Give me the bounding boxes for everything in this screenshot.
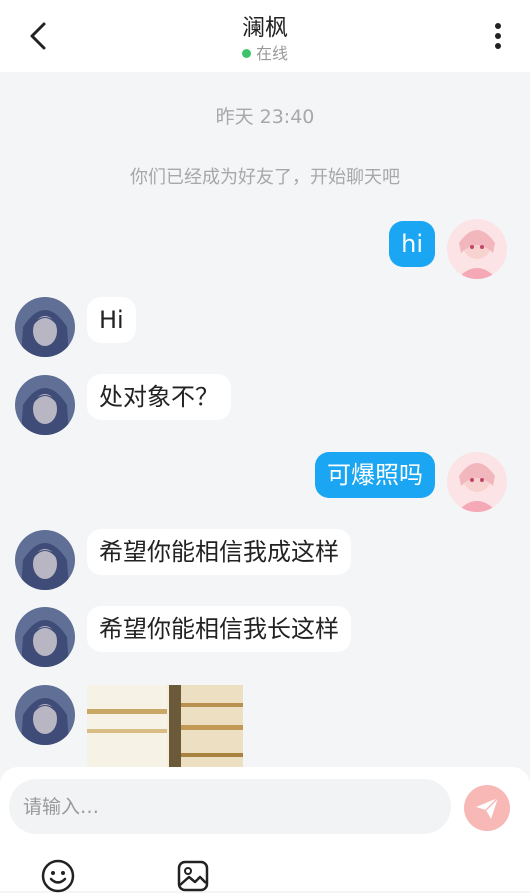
more-vertical-icon[interactable]: [484, 18, 512, 54]
my-avatar[interactable]: [447, 452, 507, 512]
contact-avatar[interactable]: [15, 685, 75, 745]
system-notice: 你们已经成为好友了，开始聊天吧: [130, 167, 400, 188]
message-bubble-incoming[interactable]: 希望你能相信我长这样: [87, 606, 351, 652]
composer-bar: [0, 767, 530, 893]
chat-timestamp: 昨天 23:40: [215, 106, 315, 128]
contact-name: 澜枫: [242, 15, 288, 41]
message-bubble-outgoing[interactable]: 可爆照吗: [315, 452, 435, 498]
send-icon: [476, 797, 499, 819]
contact-avatar[interactable]: [15, 297, 75, 357]
message-input[interactable]: [9, 779, 451, 834]
contact-avatar[interactable]: [15, 607, 75, 667]
emoji-icon[interactable]: [41, 859, 75, 893]
my-avatar[interactable]: [447, 219, 507, 279]
message-bubble-outgoing[interactable]: hi: [389, 221, 435, 267]
message-bubble-incoming[interactable]: 希望你能相信我成这样: [87, 529, 351, 575]
message-bubble-incoming[interactable]: 处对象不？: [87, 374, 231, 420]
contact-avatar[interactable]: [15, 375, 75, 435]
online-status-label: 在线: [255, 44, 288, 63]
image-icon[interactable]: [176, 859, 210, 893]
message-bubble-incoming[interactable]: Hi: [87, 297, 136, 343]
online-dot-icon: [241, 49, 251, 58]
chat-header: 澜枫 在线: [0, 0, 530, 72]
online-status: 在线: [0, 40, 530, 64]
send-button[interactable]: [464, 785, 510, 831]
message-image[interactable]: [87, 685, 243, 767]
contact-avatar[interactable]: [15, 530, 75, 590]
